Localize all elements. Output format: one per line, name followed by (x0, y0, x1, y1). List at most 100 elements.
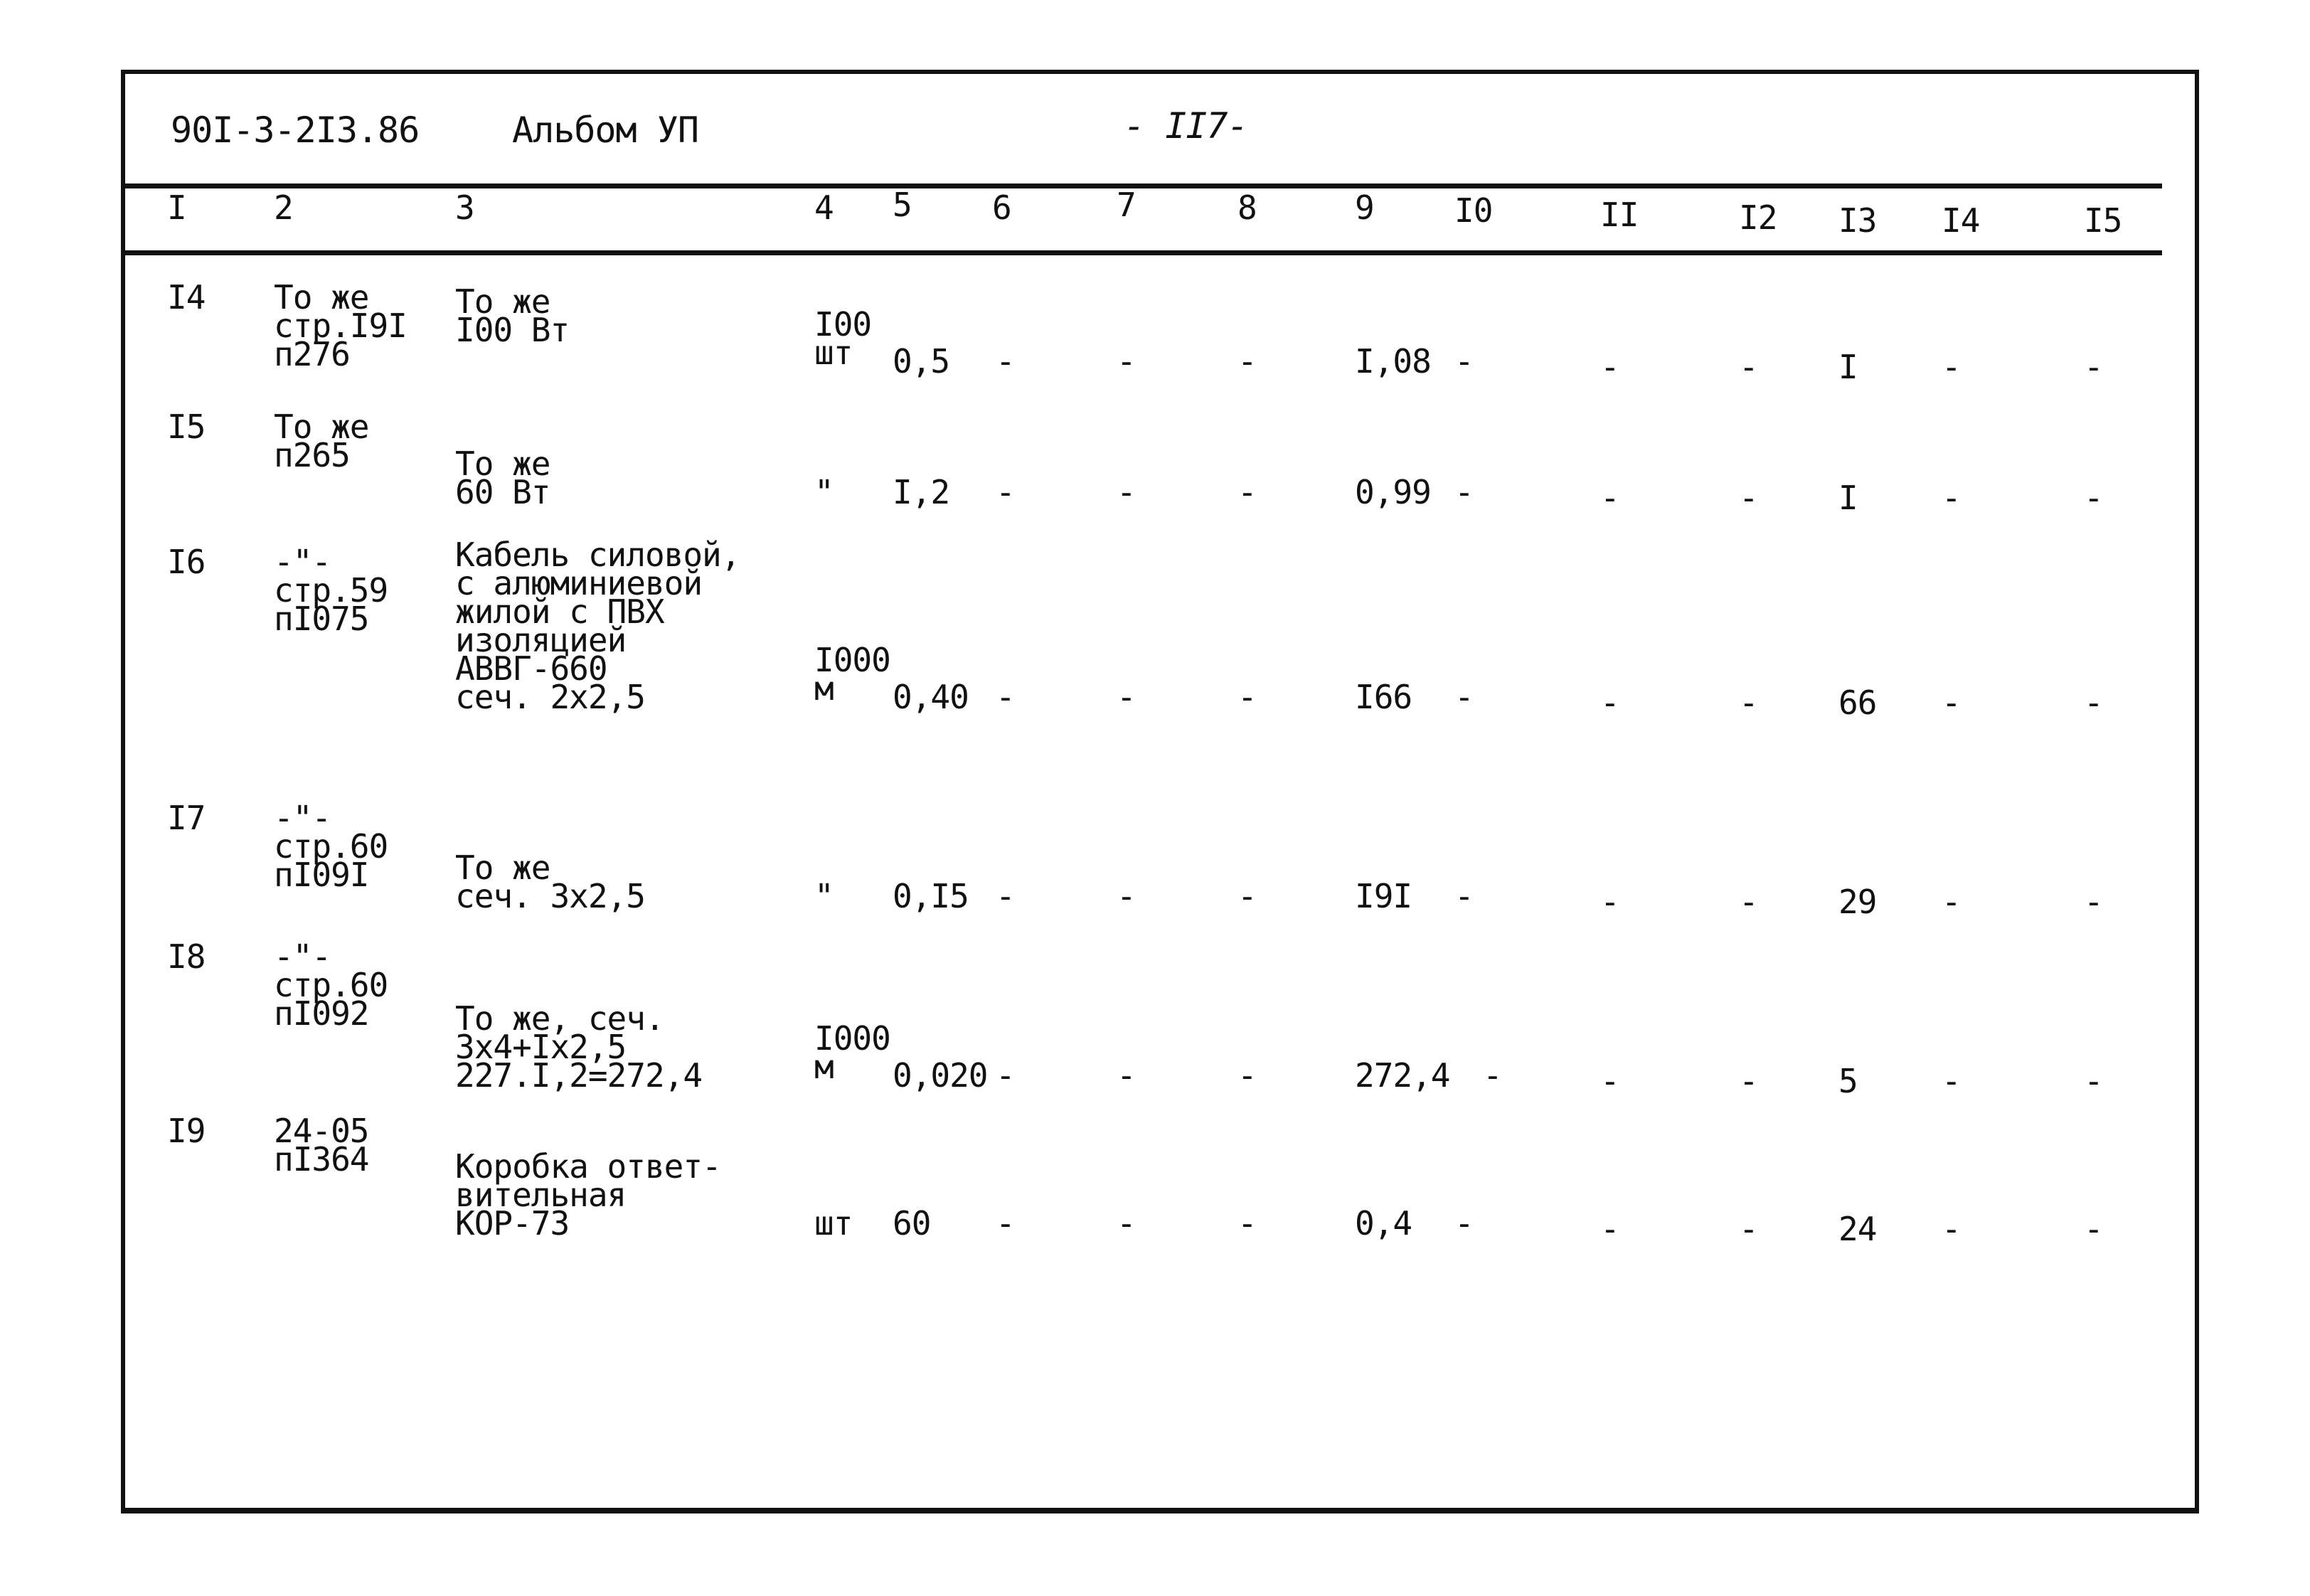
quantity: I,2 (893, 473, 950, 511)
document-code: 90I-3-2I3.86 (171, 110, 420, 151)
cell-col-6: - (996, 877, 1016, 915)
column-header: 3 (455, 188, 475, 227)
quantity: 0,020 (893, 1056, 988, 1095)
cell-col-7: - (1117, 1204, 1137, 1243)
reference: То же стр.I9I п276 (274, 278, 408, 373)
cell-col-11: - (1600, 1062, 1620, 1100)
column-header: I5 (2084, 201, 2122, 240)
column-header: 2 (274, 188, 294, 227)
cell-col-6: - (996, 678, 1016, 716)
description: То же, сеч. 3х4+Iх2,5 227.I,2=272,4 (455, 999, 703, 1095)
cell-col-8: - (1238, 473, 1257, 511)
cell-col-15: - (2084, 348, 2104, 386)
cell-col-15: - (2084, 683, 2104, 722)
cell-col-6: - (996, 1056, 1016, 1095)
page-frame (121, 70, 2199, 1513)
page-number: - II7- (1124, 105, 1249, 147)
cell-col-10: - (1454, 877, 1474, 915)
header-rule-bottom (125, 250, 2162, 255)
cell-col-11: - (1600, 348, 1620, 386)
column-header: 9 (1355, 188, 1375, 227)
cell-col-15: - (2084, 1062, 2104, 1100)
reference: -"- стр.59 пI075 (274, 543, 388, 638)
value-col-9: 0,99 (1355, 473, 1432, 511)
cell-col-8: - (1238, 1204, 1257, 1243)
cell-col-8: - (1238, 877, 1257, 915)
cell-col-12: - (1739, 683, 1759, 722)
cell-col-15: - (2084, 883, 2104, 921)
cell-col-11: - (1600, 479, 1620, 517)
row-number: I9 (167, 1112, 206, 1150)
column-header: I2 (1739, 198, 1777, 237)
cell-col-14: - (1942, 883, 1962, 921)
album-title: Альбом УП (512, 110, 699, 151)
cell-col-15: - (2084, 1210, 2104, 1248)
cell-col-6: - (996, 473, 1016, 511)
row-number: I7 (167, 799, 206, 837)
unit: I00 шт (814, 305, 872, 372)
quantity: 0,40 (893, 678, 969, 716)
cell-col-14: - (1942, 1210, 1962, 1248)
cell-col-12: - (1739, 883, 1759, 921)
cell-col-14: - (1942, 479, 1962, 517)
column-header: 4 (814, 188, 834, 227)
column-header: I0 (1454, 191, 1493, 230)
reference: -"- стр.60 пI092 (274, 937, 388, 1033)
cell-col-10: - (1454, 473, 1474, 511)
description: То же 60 Вт (455, 445, 550, 511)
unit: I000 м (814, 641, 891, 708)
column-header: 6 (992, 188, 1012, 227)
column-header: 8 (1238, 188, 1257, 227)
cell-col-7: - (1117, 877, 1137, 915)
row-number: I5 (167, 408, 206, 446)
value-col-9: 0,4 (1355, 1204, 1412, 1243)
column-header: I4 (1942, 201, 1980, 240)
description: То же I00 Вт (455, 282, 570, 349)
cell-col-14: - (1942, 683, 1962, 722)
description: Кабель силовой, с алюминиевой жилой с ПВ… (455, 536, 740, 716)
unit: " (814, 473, 834, 511)
value-col-13: 29 (1838, 883, 1877, 921)
cell-col-10: - (1454, 678, 1474, 716)
column-header: 7 (1117, 186, 1137, 224)
value-col-13: 66 (1838, 683, 1877, 722)
cell-col-6: - (996, 342, 1016, 381)
cell-col-11: - (1600, 683, 1620, 722)
cell-col-8: - (1238, 342, 1257, 381)
row-number: I4 (167, 278, 206, 316)
cell-col-12: - (1739, 1062, 1759, 1100)
value-col-13: I (1838, 348, 1858, 386)
value-col-13: 5 (1838, 1062, 1858, 1100)
cell-col-10: - (1483, 1056, 1503, 1095)
column-header: I (167, 188, 187, 227)
value-col-9: I,08 (1355, 342, 1432, 381)
cell-col-12: - (1739, 1210, 1759, 1248)
column-header: I3 (1838, 201, 1877, 240)
cell-col-11: - (1600, 883, 1620, 921)
cell-col-7: - (1117, 1056, 1137, 1095)
column-header: 5 (893, 186, 912, 224)
unit: I000 м (814, 1019, 891, 1086)
value-col-13: 24 (1838, 1210, 1877, 1248)
cell-col-12: - (1739, 479, 1759, 517)
description: То же сеч. 3х2,5 (455, 848, 646, 915)
quantity: 60 (893, 1204, 931, 1243)
cell-col-8: - (1238, 678, 1257, 716)
row-number: I8 (167, 937, 206, 976)
cell-col-14: - (1942, 348, 1962, 386)
unit: " (814, 877, 834, 915)
reference: 24-05 пI364 (274, 1112, 369, 1179)
header-rule-top (125, 183, 2162, 188)
cell-col-7: - (1117, 342, 1137, 381)
unit: шт (814, 1204, 853, 1243)
cell-col-12: - (1739, 348, 1759, 386)
quantity: 0,5 (893, 342, 950, 381)
cell-col-8: - (1238, 1056, 1257, 1095)
quantity: 0,I5 (893, 877, 969, 915)
value-col-13: I (1838, 479, 1858, 517)
column-header: II (1600, 196, 1639, 234)
cell-col-15: - (2084, 479, 2104, 517)
cell-col-6: - (996, 1204, 1016, 1243)
cell-col-7: - (1117, 473, 1137, 511)
cell-col-10: - (1454, 342, 1474, 381)
